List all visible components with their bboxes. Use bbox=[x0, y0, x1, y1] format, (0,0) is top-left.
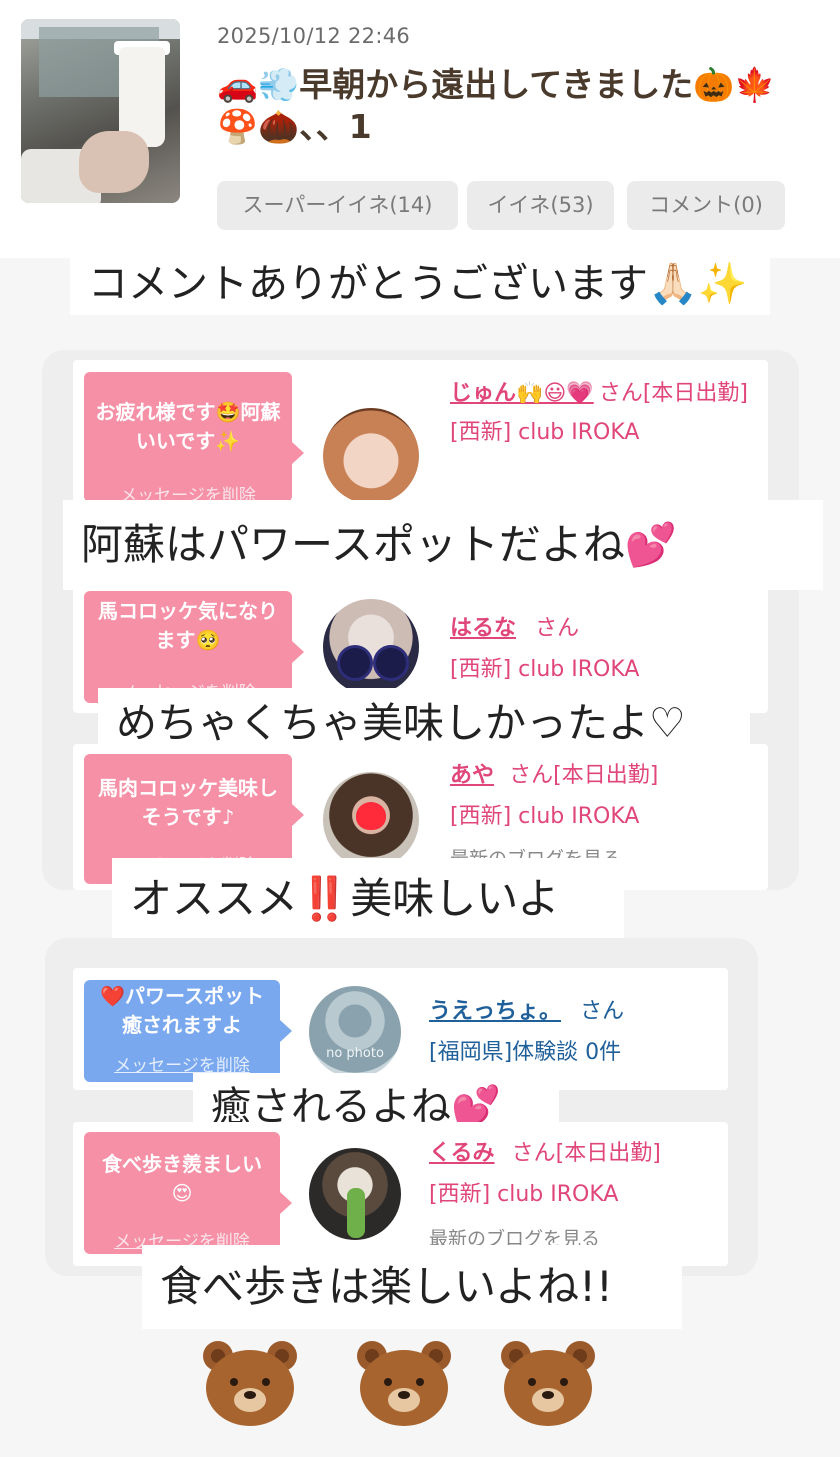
bubble-tail bbox=[280, 1020, 292, 1042]
commenter-suffix: さん[本日出勤] bbox=[598, 381, 748, 406]
title-line2-text: 、、1 bbox=[299, 107, 372, 146]
comment-bubble: ❤️パワースポット癒されますよ メッセージを削除 bbox=[84, 980, 292, 1082]
commenter-name[interactable]: あや bbox=[450, 763, 494, 788]
comment-bubble: 食べ歩き羨ましい😍 メッセージを削除 bbox=[84, 1132, 292, 1254]
commenter-info: はるな さん [西新] club IROKA bbox=[450, 609, 760, 690]
bear-sticker-icon bbox=[357, 1341, 451, 1426]
commenter-name[interactable]: うえっちょ。 bbox=[429, 999, 561, 1024]
caption-walking: 食べ歩きは楽しいよね!! bbox=[142, 1245, 682, 1329]
post-title[interactable]: 🚗💨早朝から遠出してきました🎃🍁 🍄🌰、、1 bbox=[217, 64, 837, 148]
commenter-name[interactable]: はるな bbox=[450, 616, 516, 641]
bear-sticker-icon bbox=[501, 1341, 595, 1426]
commenter-shop[interactable]: [西新] club IROKA bbox=[429, 1175, 719, 1215]
sunglasses-icon bbox=[337, 645, 373, 681]
title-emoji-end: 🎃🍁 bbox=[693, 65, 776, 104]
comment-button[interactable]: コメント(0) bbox=[627, 181, 785, 230]
commenter-shop[interactable]: [西新] club IROKA bbox=[450, 797, 760, 837]
comment-bubble: 馬コロッケ気になります🥺 メッセージを削除 bbox=[84, 591, 304, 703]
commenter-info: うえっちょ。 さん [福岡県]体験談 0件 bbox=[429, 992, 719, 1073]
post-thumbnail[interactable] bbox=[21, 19, 180, 203]
comment-card: お疲れ様です🤩阿蘇いいです✨ メッセージを削除 じゅん🙌😃💗 さん[本日出勤] … bbox=[73, 360, 768, 510]
commenter-name[interactable]: じゅん🙌😃💗 bbox=[450, 381, 594, 406]
super-like-button[interactable]: スーパーイイネ(14) bbox=[217, 181, 458, 230]
commenter-avatar[interactable] bbox=[309, 1148, 401, 1240]
commenter-shop[interactable]: [西新] club IROKA bbox=[450, 414, 760, 452]
bubble-tail bbox=[292, 442, 304, 464]
title-text: 早朝から遠出してきました bbox=[299, 65, 694, 104]
comment-bubble: お疲れ様です🤩阿蘇いいです✨ メッセージを削除 bbox=[84, 372, 304, 506]
commenter-name[interactable]: くるみ bbox=[429, 1141, 495, 1166]
bubble-tail bbox=[292, 804, 304, 826]
bubble-tail bbox=[280, 1192, 292, 1214]
caption-aso: 阿蘇はパワースポットだよね💕 bbox=[63, 500, 823, 590]
commenter-shop[interactable]: [西新] club IROKA bbox=[450, 650, 760, 690]
commenter-avatar[interactable]: no photo bbox=[309, 986, 401, 1078]
no-photo-label: no photo bbox=[326, 1046, 384, 1061]
sunglasses-icon bbox=[373, 645, 409, 681]
commenter-info: くるみ さん[本日出勤] [西新] club IROKA 最新のブログを見る bbox=[429, 1134, 719, 1259]
thumbnail-hand bbox=[79, 131, 149, 193]
comment-message: 馬コロッケ気になります🥺 bbox=[98, 599, 278, 652]
commenter-suffix: さん[本日出勤] bbox=[509, 763, 659, 788]
commenter-avatar[interactable] bbox=[323, 772, 419, 868]
commenter-avatar[interactable] bbox=[323, 408, 419, 504]
leek-icon bbox=[347, 1188, 365, 1238]
comment-message: お疲れ様です🤩阿蘇いいです✨ bbox=[95, 400, 281, 453]
caption-recommend: オススメ‼️美味しいよ bbox=[112, 858, 624, 940]
bear-sticker-icon bbox=[203, 1341, 297, 1426]
commenter-info: じゅん🙌😃💗 さん[本日出勤] [西新] club IROKA bbox=[450, 375, 760, 452]
commenter-suffix: さん[本日出勤] bbox=[511, 1141, 661, 1166]
title-emoji-start: 🚗💨 bbox=[217, 65, 300, 104]
title-line2-emoji: 🍄🌰 bbox=[217, 107, 300, 146]
commenter-avatar[interactable] bbox=[323, 599, 419, 695]
heart-icon bbox=[356, 802, 386, 830]
caption-thanks: コメントありがとうございます🙏🏻✨ bbox=[70, 253, 770, 315]
commenter-suffix: さん bbox=[535, 616, 580, 641]
commenter-shop[interactable]: [福岡県]体験談 0件 bbox=[429, 1033, 719, 1073]
comment-message: ❤️パワースポット癒されますよ bbox=[100, 984, 264, 1037]
comment-message: 馬肉コロッケ美味しそうです♪ bbox=[98, 776, 278, 829]
like-button[interactable]: イイネ(53) bbox=[467, 181, 614, 230]
comment-message: 食べ歩き羨ましい😍 bbox=[102, 1152, 262, 1205]
commenter-suffix: さん bbox=[580, 999, 625, 1024]
post-date: 2025/10/12 22:46 bbox=[217, 24, 411, 48]
comment-card: ❤️パワースポット癒されますよ メッセージを削除 no photo うえっちょ。… bbox=[73, 968, 728, 1090]
bubble-tail bbox=[292, 641, 304, 663]
